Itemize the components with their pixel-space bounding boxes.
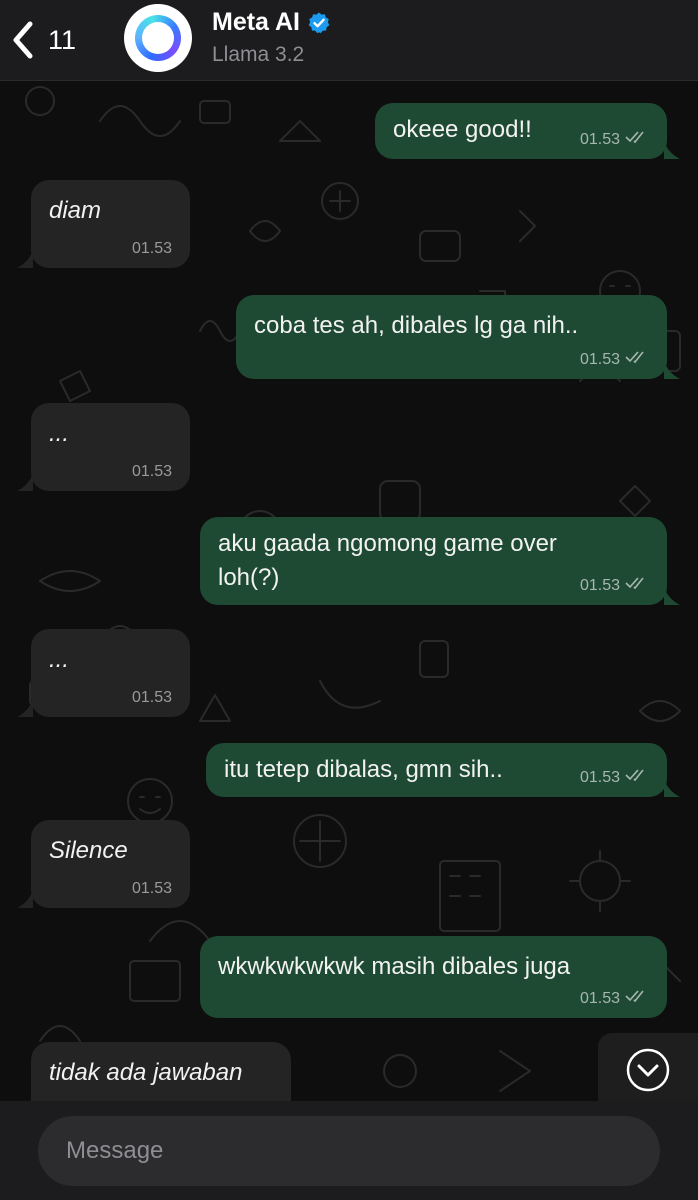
- chevron-down-circle-icon: [625, 1047, 671, 1098]
- message-text: coba tes ah, dibales lg ga nih..: [254, 312, 579, 339]
- avatar[interactable]: [124, 4, 192, 72]
- message-time: 01.53: [579, 768, 620, 786]
- message-bubble-outgoing[interactable]: wkwkwkwkwk masih dibales juga 01.53: [200, 936, 667, 1018]
- message-text: diam: [49, 197, 102, 224]
- bubble-tail: [664, 587, 680, 605]
- scroll-to-bottom-button[interactable]: [598, 1033, 698, 1101]
- bubble-tail: [664, 361, 680, 379]
- composer-bar: [0, 1101, 698, 1200]
- message-meta: 01.53: [132, 240, 172, 258]
- bubble-tail: [17, 890, 33, 908]
- bubble-tail: [17, 250, 33, 268]
- double-check-icon: [625, 989, 649, 1008]
- bubble-tail: [17, 473, 33, 491]
- double-check-icon: [625, 350, 649, 369]
- message-time: 01.53: [131, 880, 172, 897]
- message-text: Silence: [49, 837, 128, 864]
- unread-count: 11: [48, 24, 77, 55]
- chat-header: 11 Meta AI Llama 3.2: [0, 0, 698, 81]
- contact-name-row[interactable]: Meta AI: [212, 8, 331, 37]
- verified-badge-icon: [307, 11, 331, 35]
- double-check-icon: [625, 576, 649, 595]
- message-bubble-incoming[interactable]: diam 01.53: [31, 180, 190, 268]
- message-meta: 01.53: [132, 689, 172, 707]
- message-time: 01.53: [579, 576, 620, 594]
- contact-subtitle: Llama 3.2: [212, 43, 305, 66]
- message-text: ...: [49, 420, 70, 447]
- back-button[interactable]: 11: [10, 18, 76, 62]
- message-bubble-incoming[interactable]: ... 01.53: [31, 629, 190, 717]
- bubble-tail: [664, 779, 680, 797]
- message-meta: 01.53: [580, 350, 649, 369]
- message-meta: 01.53: [580, 768, 649, 787]
- message-bubble-outgoing[interactable]: itu tetep dibalas, gmn sih.. 01.53: [206, 743, 667, 797]
- message-meta: 01.53: [580, 989, 649, 1008]
- message-bubble-outgoing[interactable]: coba tes ah, dibales lg ga nih.. 01.53: [236, 295, 667, 379]
- message-input[interactable]: [38, 1116, 660, 1186]
- message-time: 01.53: [131, 689, 172, 706]
- message-text: tidak ada jawaban: [49, 1059, 243, 1086]
- message-meta: 01.53: [580, 130, 649, 149]
- message-meta: 01.53: [580, 576, 649, 595]
- message-meta: 01.53: [132, 880, 172, 898]
- contact-name: Meta AI: [212, 8, 300, 36]
- message-meta: 01.53: [132, 463, 172, 481]
- chat-area[interactable]: okeee good!! 01.53 diam 01.53 coba tes a…: [0, 81, 698, 1101]
- message-text: ...: [49, 646, 70, 673]
- message-bubble-incoming[interactable]: Silence 01.53: [31, 820, 190, 908]
- message-text: wkwkwkwkwk masih dibales juga: [218, 953, 571, 980]
- message-bubble-incoming[interactable]: tidak ada jawaban: [31, 1042, 291, 1101]
- meta-ai-ring-logo: [135, 15, 181, 61]
- message-bubble-outgoing[interactable]: aku gaada ngomong game over loh(?) 01.53: [200, 517, 667, 605]
- message-time: 01.53: [131, 463, 172, 480]
- chevron-left-icon: [10, 20, 36, 60]
- double-check-icon: [625, 768, 649, 787]
- message-time: 01.53: [579, 989, 620, 1007]
- bubble-tail: [664, 141, 680, 159]
- message-time: 01.53: [579, 350, 620, 368]
- message-bubble-incoming[interactable]: ... 01.53: [31, 403, 190, 491]
- message-time: 01.53: [131, 240, 172, 257]
- double-check-icon: [625, 130, 649, 149]
- bubble-tail: [17, 699, 33, 717]
- message-bubble-outgoing[interactable]: okeee good!! 01.53: [375, 103, 667, 159]
- message-time: 01.53: [579, 130, 620, 148]
